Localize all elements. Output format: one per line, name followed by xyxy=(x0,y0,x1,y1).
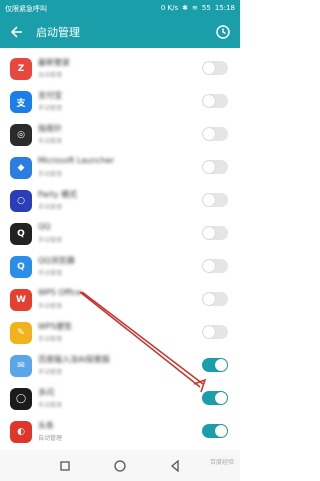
app-icon: ◯ xyxy=(10,388,32,410)
auto-start-toggle[interactable] xyxy=(202,292,228,306)
app-name: 百度输入法AI探索版 xyxy=(38,355,110,364)
auto-start-toggle[interactable] xyxy=(202,94,228,108)
app-management-mode: 手动管理 xyxy=(38,171,63,178)
navigation-bar: 百度经验 xyxy=(0,450,240,481)
app-name: 指南针 xyxy=(38,124,62,133)
app-name: WPS便签 xyxy=(38,322,72,331)
app-icon: Q xyxy=(10,223,32,245)
back-triangle-icon[interactable] xyxy=(168,458,182,473)
battery-level: 55 xyxy=(201,4,211,12)
auto-start-toggle[interactable] xyxy=(202,193,228,207)
auto-start-toggle[interactable] xyxy=(202,391,228,405)
app-name: WPS Office xyxy=(38,288,82,297)
app-row: ◆ Microsoft Launcher 手动管理 xyxy=(0,149,240,184)
app-icon: W xyxy=(10,289,32,311)
toggle-knob xyxy=(203,227,215,239)
auto-start-toggle[interactable] xyxy=(202,358,228,372)
app-management-mode: 手动管理 xyxy=(38,237,63,244)
toggle-knob xyxy=(215,425,227,437)
app-icon: 支 xyxy=(10,91,32,113)
auto-start-toggle[interactable] xyxy=(202,61,228,75)
app-row: 支支付宝手动管理 xyxy=(0,83,240,118)
app-row: Q QQ浏览器手动管理 xyxy=(0,248,240,283)
app-icon: ◐ xyxy=(10,421,32,443)
toggle-knob xyxy=(215,392,227,404)
app-name: QQ浏览器 xyxy=(38,256,75,265)
auto-start-toggle[interactable] xyxy=(202,226,228,240)
back-arrow-icon[interactable] xyxy=(6,22,26,42)
app-name: 多闪 xyxy=(38,388,54,397)
app-row: ◎ 指南针手动管理 xyxy=(0,116,240,151)
app-management-mode: 手动管理 xyxy=(38,402,63,409)
app-bar: 启动管理 xyxy=(0,16,240,48)
toggle-knob xyxy=(203,161,215,173)
history-icon[interactable] xyxy=(214,23,232,41)
toggle-knob xyxy=(215,359,227,371)
app-icon: ✉ xyxy=(10,355,32,377)
home-icon[interactable] xyxy=(113,458,127,472)
app-name: QQ xyxy=(38,222,51,231)
app-icon: ◆ xyxy=(10,157,32,179)
toggle-knob xyxy=(203,326,215,338)
app-icon: Q xyxy=(10,256,32,278)
page-title: 启动管理 xyxy=(36,26,80,39)
network-speed: 0 K/s xyxy=(160,4,179,12)
app-row: ◯ 多闪手动管理 xyxy=(0,380,240,415)
toggle-knob xyxy=(203,62,215,74)
auto-start-toggle[interactable] xyxy=(202,424,228,438)
app-name: 头条 xyxy=(38,421,54,430)
toggle-knob xyxy=(203,95,215,107)
app-row: W WPS Office 手动管理 xyxy=(0,281,240,316)
app-row: ◐ 头条自动管理 xyxy=(0,413,240,448)
app-row: Z 最新管家自动管理 xyxy=(0,50,240,85)
toggle-knob xyxy=(203,260,215,272)
wifi-icon: ≋ xyxy=(192,4,198,12)
status-bar: 仅限紧急呼叫 0 K/s ✱ ≋ 55 15:18 xyxy=(0,0,240,16)
app-row: Q QQ 手动管理 xyxy=(0,215,240,250)
auto-start-toggle[interactable] xyxy=(202,325,228,339)
app-management-mode: 手动管理 xyxy=(38,270,63,277)
watermark-text: 百度经验 xyxy=(209,459,234,466)
app-icon: Z xyxy=(10,58,32,80)
status-carrier-text: 仅限紧急呼叫 xyxy=(5,5,47,13)
auto-start-toggle[interactable] xyxy=(202,160,228,174)
app-management-mode: 手动管理 xyxy=(38,369,63,376)
app-name: Microsoft Launcher xyxy=(38,156,115,165)
app-icon: ○ xyxy=(10,190,32,212)
recent-apps-icon[interactable] xyxy=(58,458,72,472)
status-indicators: 0 K/s ✱ ≋ 55 15:18 xyxy=(161,4,235,12)
app-icon: ✎ xyxy=(10,322,32,344)
toggle-knob xyxy=(203,293,215,305)
app-management-mode: 自动管理 xyxy=(38,435,63,442)
toggle-knob xyxy=(203,128,215,140)
app-name: 支付宝 xyxy=(38,91,62,100)
bluetooth-icon: ✱ xyxy=(182,4,189,12)
app-management-mode: 手动管理 xyxy=(38,138,63,145)
auto-start-toggle[interactable] xyxy=(202,259,228,273)
app-row: ✉ 百度输入法AI探索版 手动管理 xyxy=(0,347,240,382)
toggle-knob xyxy=(203,194,215,206)
app-name: Party 模式 xyxy=(38,190,78,199)
app-startup-list: Z 最新管家 自动管理支支付宝 手动管理 ◎ 指南针 手动管理 ◆ Microsoft Laun… xyxy=(0,48,240,450)
app-management-mode: 手动管理 xyxy=(38,204,63,211)
app-management-mode: 自动管理 xyxy=(38,72,63,79)
app-row: ○ Party 模式 手动管理 xyxy=(0,182,240,217)
app-name: 最新管家 xyxy=(38,58,70,67)
app-management-mode: 手动管理 xyxy=(38,303,63,310)
app-icon: ◎ xyxy=(10,124,32,146)
auto-start-toggle[interactable] xyxy=(202,127,228,141)
app-row: ✎ WPS便签手动管理 xyxy=(0,314,240,349)
app-management-mode: 手动管理 xyxy=(38,336,63,343)
clock: 15:18 xyxy=(214,4,235,12)
app-management-mode: 手动管理 xyxy=(38,105,63,112)
